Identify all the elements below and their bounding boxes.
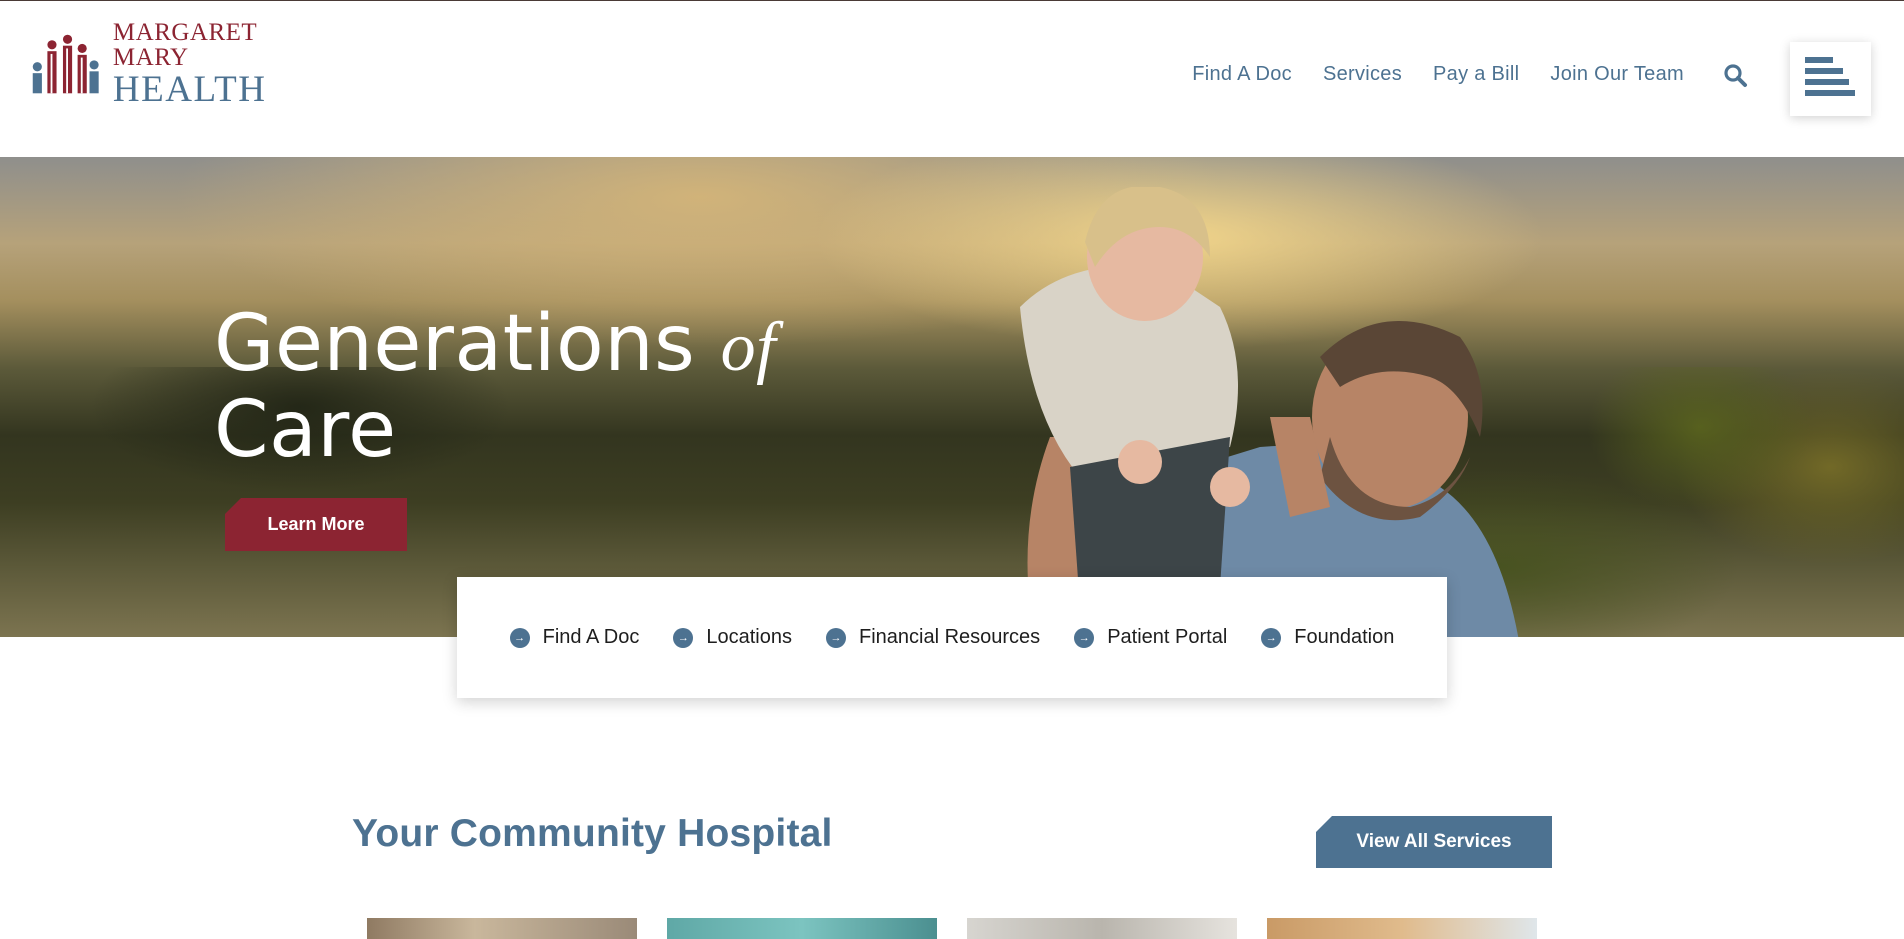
quick-link-label: Patient Portal: [1107, 626, 1228, 648]
quick-link-financial-resources[interactable]: Financial Resources: [825, 626, 1041, 649]
hamburger-menu-icon[interactable]: [1790, 42, 1871, 116]
quick-link-locations[interactable]: Locations: [673, 626, 792, 649]
learn-more-button[interactable]: Learn More: [225, 498, 407, 551]
nav-pay-a-bill[interactable]: Pay a Bill: [1433, 63, 1519, 86]
nav-find-a-doc[interactable]: Find A Doc: [1192, 63, 1292, 86]
service-card-image[interactable]: [367, 918, 637, 939]
arrow-circle-icon: [509, 627, 530, 648]
view-all-services-button[interactable]: View All Services: [1316, 816, 1552, 868]
quick-link-label: Foundation: [1294, 626, 1395, 648]
site-header: MARGARET MARY HEALTH Find A Doc Services…: [0, 1, 1904, 157]
main-nav: Find A Doc Services Pay a Bill Join Our …: [1161, 63, 1684, 86]
arrow-circle-icon: [1261, 627, 1282, 648]
quick-links-bar: Find A Doc Locations Financial Resources…: [457, 577, 1447, 698]
search-icon[interactable]: [1723, 63, 1749, 89]
hero-banner: Generations of Care Learn More: [0, 157, 1904, 637]
arrow-circle-icon: [1074, 627, 1095, 648]
quick-link-label: Find A Doc: [542, 626, 640, 648]
arrow-circle-icon: [825, 627, 846, 648]
quick-link-label: Financial Resources: [858, 626, 1041, 648]
site-logo[interactable]: MARGARET MARY HEALTH: [30, 20, 320, 108]
nav-join-our-team[interactable]: Join Our Team: [1550, 63, 1684, 86]
quick-link-patient-portal[interactable]: Patient Portal: [1074, 626, 1227, 649]
hero-heading-line2: Care: [214, 385, 397, 475]
quick-link-label: Locations: [706, 626, 792, 648]
service-card-image[interactable]: [1267, 918, 1537, 939]
hero-heading: Generations of Care: [214, 303, 776, 471]
quick-link-foundation[interactable]: Foundation: [1261, 626, 1394, 649]
nav-services[interactable]: Services: [1323, 63, 1402, 86]
service-cards-row: [367, 918, 1537, 939]
service-card-image[interactable]: [667, 918, 937, 939]
hero-heading-line1: Generations: [214, 299, 696, 389]
community-section-title: Your Community Hospital: [352, 812, 833, 855]
arrow-circle-icon: [673, 627, 694, 648]
service-card-image[interactable]: [967, 918, 1237, 939]
logo-name-line2: HEALTH: [112, 69, 267, 110]
logo-name-line1: MARGARET MARY: [112, 19, 257, 71]
quick-link-find-a-doc[interactable]: Find A Doc: [509, 626, 640, 649]
hero-father-child-image: [1020, 187, 1519, 637]
hero-heading-of: of: [720, 309, 777, 386]
logo-figures-icon: [32, 34, 99, 94]
